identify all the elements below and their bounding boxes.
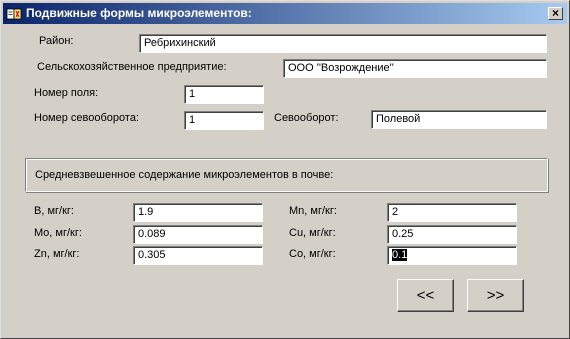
co-input-selection: 0.1 [392, 249, 408, 261]
window-title: Подвижные формы микроэлементов: [26, 6, 252, 20]
cu-input[interactable]: 0.25 [387, 225, 517, 244]
group-label: Средневзвешенное содержание микроэлемент… [35, 169, 334, 181]
b-input[interactable]: 1.9 [133, 203, 263, 222]
region-label: Район: [39, 35, 74, 47]
app-icon [6, 8, 22, 20]
rotation-number-label: Номер севооборота: [34, 112, 139, 124]
enterprise-field[interactable]: ООО ''Возрождение'' [283, 59, 547, 78]
field-number-input[interactable]: 1 [184, 85, 264, 104]
mn-label: Mn, мг/кг: [289, 205, 337, 217]
zn-label: Zn, мг/кг: [34, 248, 80, 260]
mo-label: Mo, мг/кг: [34, 227, 82, 239]
previous-button[interactable]: << [397, 279, 454, 312]
co-label: Co, мг/кг: [289, 248, 336, 260]
mn-input[interactable]: 2 [387, 203, 517, 222]
cu-label: Cu, мг/кг: [289, 227, 336, 239]
title-bar[interactable]: Подвижные формы микроэлементов: × [3, 3, 567, 24]
rotation-label: Севооборот: [274, 112, 339, 124]
region-field[interactable]: Ребрихинский [139, 34, 547, 53]
rotation-field[interactable]: Полевой [371, 110, 547, 129]
enterprise-label: Сельскохозяйственное предприятие: [37, 61, 227, 73]
mo-input[interactable]: 0.089 [133, 225, 263, 244]
field-number-label: Номер поля: [34, 87, 99, 99]
close-button[interactable]: × [548, 6, 563, 20]
zn-input[interactable]: 0.305 [133, 246, 263, 265]
co-input[interactable]: 0.1 [387, 246, 517, 265]
b-label: B, мг/кг: [34, 205, 74, 217]
dialog-window: Подвижные формы микроэлементов: × Район:… [0, 0, 570, 339]
close-icon: × [551, 6, 559, 20]
rotation-number-input[interactable]: 1 [184, 111, 264, 130]
microelements-group: Средневзвешенное содержание микроэлемент… [25, 158, 548, 192]
next-button[interactable]: >> [467, 279, 524, 312]
